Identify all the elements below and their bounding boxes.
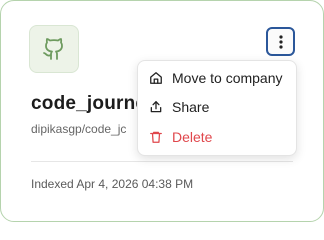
menu-item-delete[interactable]: Delete	[138, 122, 296, 152]
options-menu: Move to company Share Delete	[137, 60, 297, 156]
menu-item-move-to-company[interactable]: Move to company	[138, 63, 296, 93]
menu-item-label: Delete	[172, 129, 213, 145]
indexed-timestamp: Indexed Apr 4, 2026 04:38 PM	[31, 177, 194, 191]
share-icon	[149, 100, 163, 114]
repository-title: code_journe	[31, 93, 139, 114]
divider	[31, 161, 293, 162]
trash-icon	[149, 130, 163, 144]
menu-item-label: Share	[172, 99, 210, 115]
more-options-button[interactable]	[266, 27, 295, 56]
menu-item-label: Move to company	[172, 70, 283, 86]
home-icon	[149, 71, 163, 85]
more-vertical-icon	[278, 34, 283, 49]
repository-path: dipikasgp/code_jc	[31, 122, 127, 136]
github-icon	[29, 25, 79, 73]
menu-item-share[interactable]: Share	[138, 92, 296, 122]
